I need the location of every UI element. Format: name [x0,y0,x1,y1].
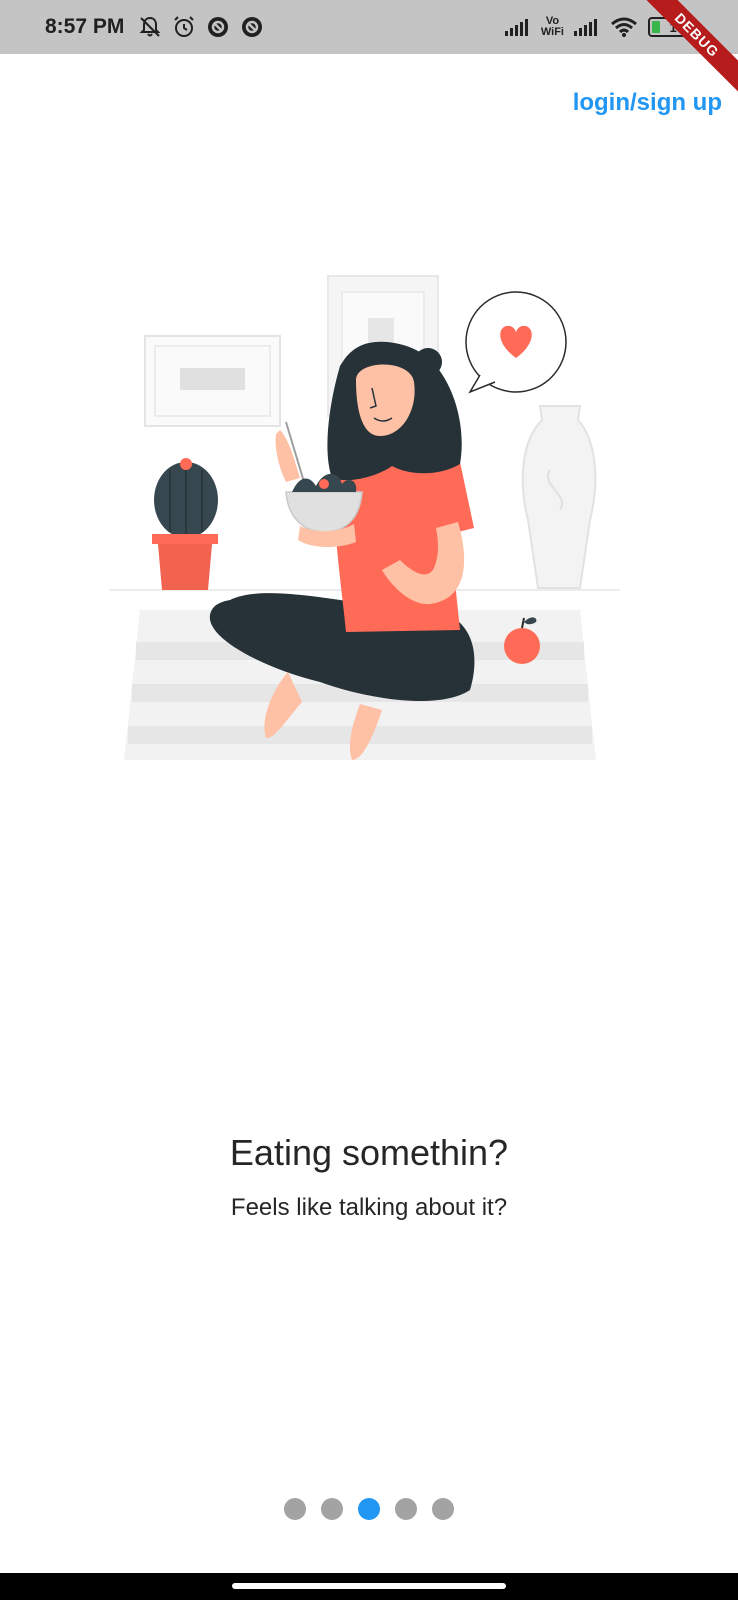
battery-icon: 16 [648,17,693,37]
wifi-icon [611,17,637,37]
app-notification-icon [208,17,229,37]
home-gesture-handle[interactable] [232,1583,506,1589]
status-left-icons [138,15,264,39]
page-dot-1[interactable] [284,1498,306,1520]
woman-eating-salad-illustration [110,275,620,760]
battery-tip [690,24,693,31]
vowifi-icon: Vo WiFi [541,16,564,38]
battery-level: 16 [669,19,684,35]
onboarding-subtitle: Feels like talking about it? [230,1194,508,1221]
page-dot-2[interactable] [321,1498,343,1520]
mute-notifications-icon [139,16,161,37]
signal-icon [504,19,528,36]
onboarding-title: Eating somethin? [229,1132,509,1173]
alarm-icon [174,16,195,37]
battery-fill [652,21,660,33]
login-signup-link[interactable]: login/sign up [573,89,722,117]
signal-icon [574,19,597,36]
page-indicator [0,1498,738,1520]
system-navigation-bar [0,1573,738,1600]
page-dot-4[interactable] [395,1498,417,1520]
page-dot-5[interactable] [432,1498,454,1520]
status-right-icons: Vo WiFi 16 [504,16,693,38]
vowifi-bottom-label: WiFi [540,26,564,38]
status-bar: 8:57 PM Vo WiFi 16 [0,0,738,54]
app-notification-icon [242,17,263,37]
page-dot-3-active[interactable] [358,1498,380,1520]
status-time: 8:57 PM [45,15,125,38]
